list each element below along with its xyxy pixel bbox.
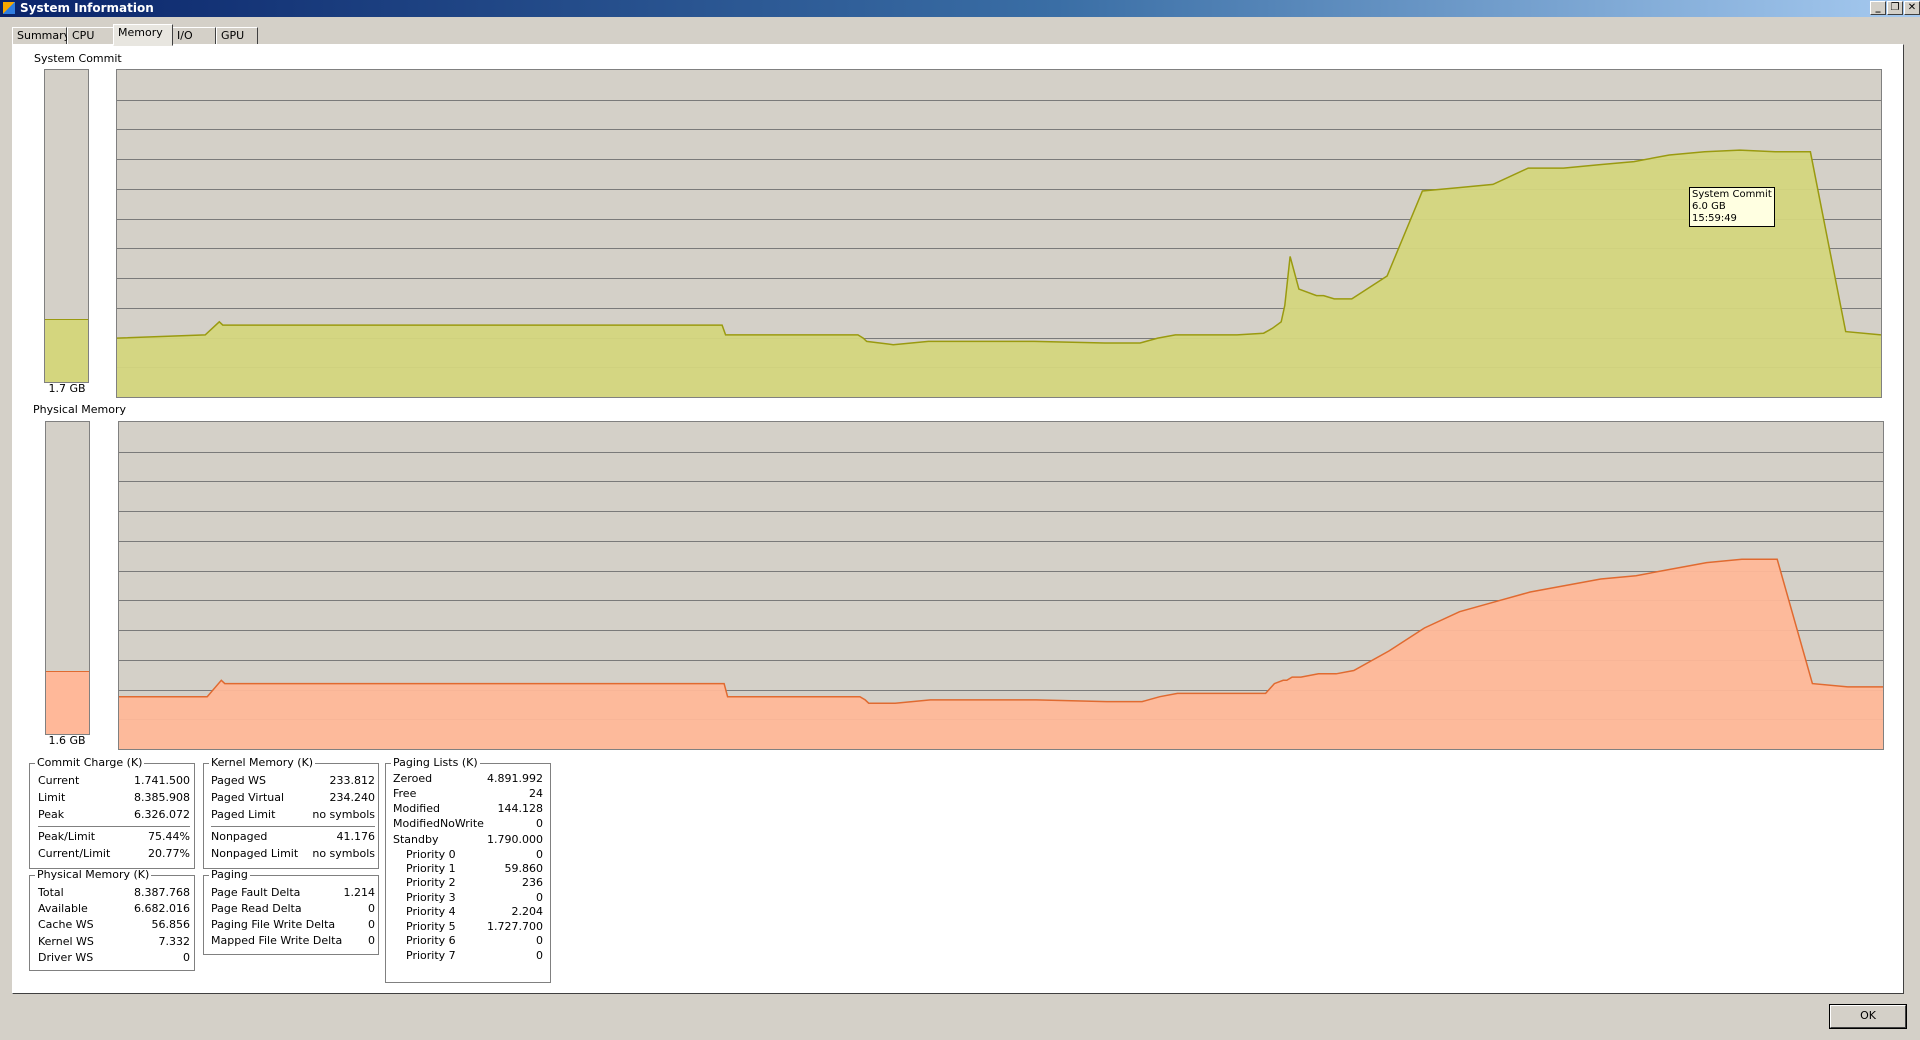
window-title: System Information	[20, 1, 154, 15]
tab-summary[interactable]: Summary	[12, 27, 70, 45]
commit-charge-group: Commit Charge (K) Current 1.741.500 Limit…	[29, 757, 195, 869]
physical-memory-area	[119, 559, 1883, 749]
system-commit-graph-svg	[117, 100, 1881, 397]
system-info-icon	[3, 2, 15, 14]
physical-memory-graph	[118, 421, 1884, 750]
minimize-button[interactable]: _	[1870, 1, 1886, 15]
system-commit-bar	[44, 69, 89, 383]
physical-memory-label: Physical Memory	[33, 403, 126, 416]
physical-memory-group-title: Physical Memory (K)	[35, 868, 152, 881]
physical-memory-bar-value: 1.6 GB	[48, 734, 86, 747]
paging-group: Paging Page Fault Delta 1.214 Page Read D…	[203, 869, 379, 955]
system-commit-graph	[116, 69, 1882, 398]
system-commit-bar-value: 1.7 GB	[48, 382, 86, 395]
commit-charge-title: Commit Charge (K)	[35, 756, 145, 769]
title-bar: System Information _ ❐ ✕	[0, 0, 1920, 17]
kernel-memory-title: Kernel Memory (K)	[209, 756, 316, 769]
physical-memory-graph-svg	[119, 452, 1883, 749]
kernel-memory-group: Kernel Memory (K) Paged WS 233.812 Paged …	[203, 757, 379, 869]
paging-lists-title: Paging Lists (K)	[391, 756, 480, 769]
restore-button[interactable]: ❐	[1887, 1, 1903, 15]
kernel-separator	[211, 826, 375, 827]
memory-panel: System Commit 1.7 GB System Commit 6.0 G…	[12, 44, 1904, 994]
physical-memory-group: Physical Memory (K) Total 8.387.768 Avail…	[29, 869, 195, 971]
physical-memory-bar	[45, 421, 90, 735]
paging-title: Paging	[209, 868, 250, 881]
system-commit-bar-fill	[45, 318, 88, 382]
system-commit-label: System Commit	[34, 52, 122, 65]
system-commit-tooltip: System Commit 6.0 GB 15:59:49	[1689, 187, 1775, 227]
tab-cpu[interactable]: CPU	[67, 27, 115, 45]
tab-memory[interactable]: Memory	[113, 24, 173, 46]
commit-separator	[38, 826, 190, 827]
close-button[interactable]: ✕	[1904, 1, 1920, 15]
paging-lists-group: Paging Lists (K) Zeroed 4.891.992 Free 24 …	[385, 757, 551, 983]
physical-memory-bar-fill	[46, 670, 89, 734]
ok-button[interactable]: OK	[1829, 1004, 1907, 1029]
tab-io[interactable]: I/O	[172, 27, 216, 45]
tab-gpu[interactable]: GPU	[216, 27, 258, 45]
system-commit-area	[117, 150, 1881, 397]
